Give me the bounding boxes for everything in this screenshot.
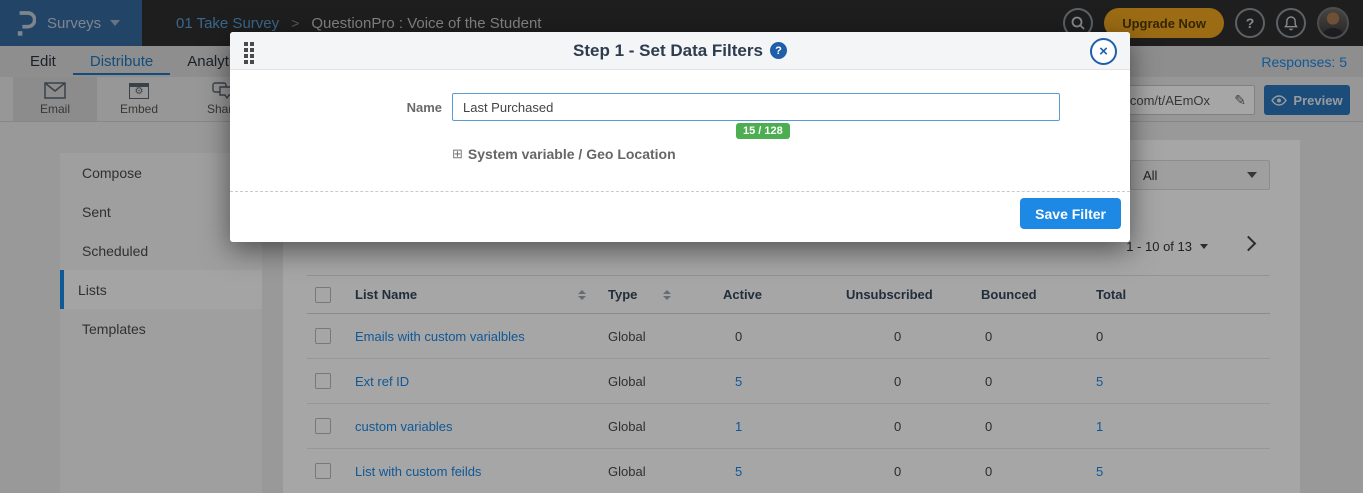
- filter-name-label: Name: [380, 100, 442, 115]
- filter-name-input[interactable]: [452, 93, 1060, 121]
- system-variable-label: System variable / Geo Location: [468, 146, 676, 162]
- modal-footer-divider: [230, 191, 1130, 192]
- save-filter-button[interactable]: Save Filter: [1020, 198, 1121, 229]
- modal-body: Name 15 / 128 ⊞ System variable / Geo Lo…: [230, 70, 1130, 242]
- close-icon[interactable]: ×: [1090, 38, 1117, 65]
- drag-handle-icon[interactable]: [244, 42, 254, 64]
- expand-plus-icon: ⊞: [452, 146, 463, 162]
- help-icon[interactable]: ?: [770, 42, 787, 59]
- modal-header: Step 1 - Set Data Filters ? ×: [230, 32, 1130, 70]
- system-variable-expander[interactable]: ⊞ System variable / Geo Location: [452, 146, 676, 162]
- char-counter-badge: 15 / 128: [736, 123, 790, 139]
- modal-title: Step 1 - Set Data Filters: [573, 41, 763, 61]
- set-data-filters-modal: Step 1 - Set Data Filters ? × Name 15 / …: [230, 32, 1130, 242]
